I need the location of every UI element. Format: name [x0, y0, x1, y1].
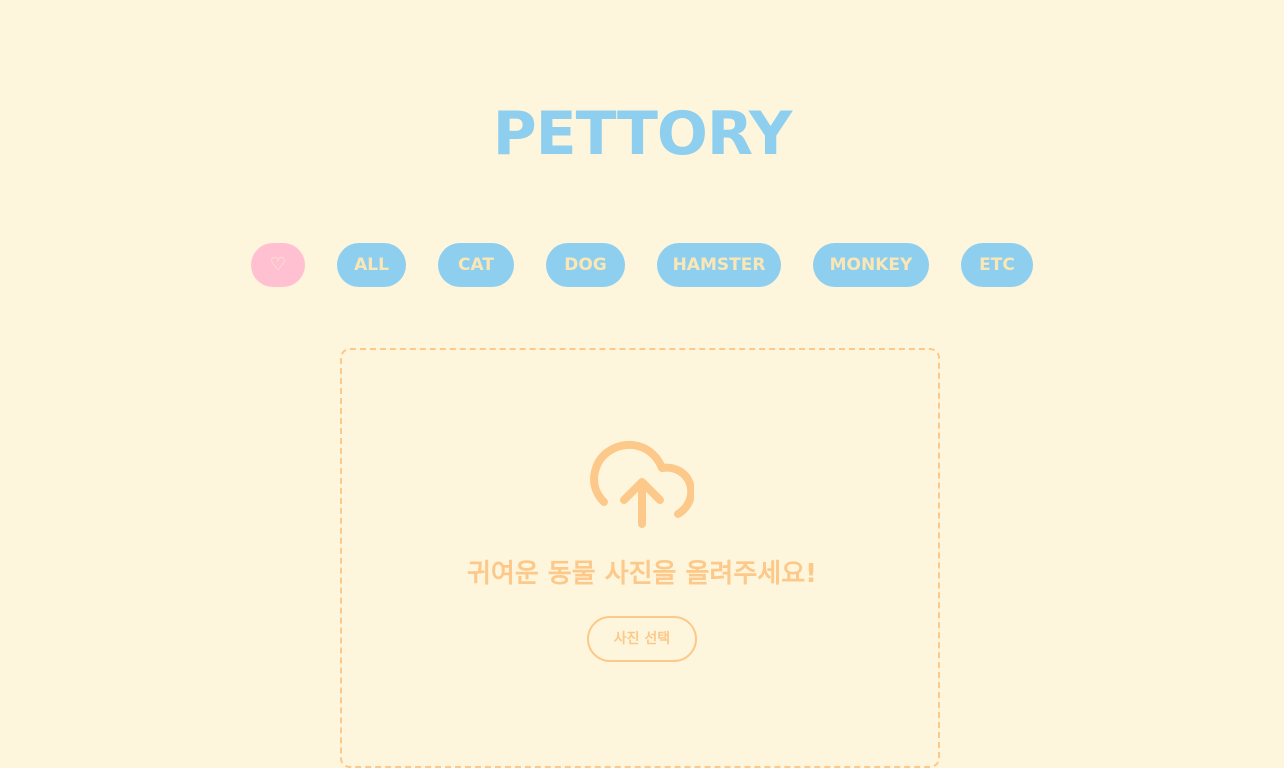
app-root: PETTORY ♡ ALL CAT DOG HAMSTER MONKEY ETC… — [0, 0, 1284, 768]
upload-message: 귀여운 동물 사진을 올려주세요! — [467, 559, 817, 589]
filter-etc[interactable]: ETC — [961, 243, 1033, 287]
select-photo-button[interactable]: 사진 선택 — [587, 616, 697, 662]
filter-hamster[interactable]: HAMSTER — [657, 243, 781, 287]
heart-icon: ♡ — [269, 254, 287, 275]
category-filter-bar: ♡ ALL CAT DOG HAMSTER MONKEY ETC — [0, 243, 1284, 287]
filter-favorites[interactable]: ♡ — [251, 243, 305, 287]
page-title: PETTORY — [492, 99, 793, 169]
filter-dog[interactable]: DOG — [546, 243, 625, 287]
filter-all[interactable]: ALL — [337, 243, 406, 287]
filter-cat[interactable]: CAT — [438, 243, 514, 287]
filter-monkey[interactable]: MONKEY — [813, 243, 929, 287]
cloud-upload-icon — [590, 441, 694, 528]
